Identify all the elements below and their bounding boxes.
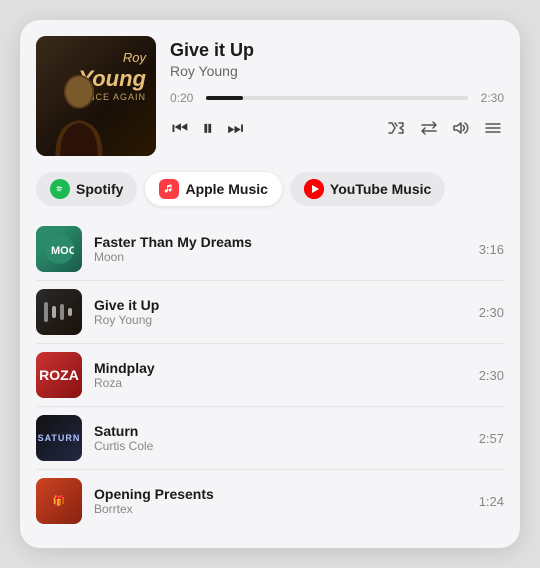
track-row[interactable]: Give it Up Roy Young 2:30 xyxy=(36,281,504,344)
youtube-music-icon xyxy=(304,179,324,199)
list-button[interactable] xyxy=(482,121,504,135)
controls-row: ⏮ ⏸ ⏭ xyxy=(170,115,504,141)
track-meta-1: Faster Than My Dreams Moon xyxy=(94,234,460,264)
track-meta-2: Give it Up Roy Young xyxy=(94,297,460,327)
svg-text:MOON: MOON xyxy=(51,245,74,257)
track-info: Give it Up Roy Young 0:20 2:30 ⏮ ⏸ ⏭ xyxy=(170,36,504,141)
volume-button[interactable] xyxy=(450,121,472,135)
track-row[interactable]: MOON Faster Than My Dreams Moon 3:16 xyxy=(36,218,504,281)
forward-button[interactable]: ⏭ xyxy=(225,118,245,139)
track-row[interactable]: 🎁 Opening Presents Borrtex 1:24 xyxy=(36,470,504,532)
track-meta-3: Mindplay Roza xyxy=(94,360,460,390)
repeat-button[interactable] xyxy=(418,121,440,135)
spotify-icon xyxy=(50,179,70,199)
tab-apple-music[interactable]: Apple Music xyxy=(145,172,281,206)
tab-apple-music-label: Apple Music xyxy=(185,181,267,197)
track-list: MOON Faster Than My Dreams Moon 3:16 Giv… xyxy=(36,218,504,532)
time-total: 2:30 xyxy=(476,91,504,105)
track-title: Give it Up xyxy=(170,40,504,61)
shuffle-button[interactable] xyxy=(386,121,408,135)
track-row[interactable]: ROZA Mindplay Roza 2:30 xyxy=(36,344,504,407)
person-silhouette-icon xyxy=(44,71,114,156)
service-tabs: Spotify Apple Music YouTube Music xyxy=(36,172,504,206)
tab-spotify[interactable]: Spotify xyxy=(36,172,137,206)
progress-row: 0:20 2:30 xyxy=(170,91,504,105)
track-meta-5: Opening Presents Borrtex xyxy=(94,486,460,516)
track-row[interactable]: SATURN Saturn Curtis Cole 2:57 xyxy=(36,407,504,470)
track-meta-4: Saturn Curtis Cole xyxy=(94,423,460,453)
pause-button[interactable]: ⏸ xyxy=(200,115,215,141)
music-player-card: Roy Young Once Again Give it Up Roy Youn… xyxy=(20,20,520,548)
album-art: Roy Young Once Again xyxy=(36,36,156,156)
progress-bar-fill xyxy=(206,96,243,100)
tab-youtube-music-label: YouTube Music xyxy=(330,181,431,197)
album-roy: Roy xyxy=(78,50,146,66)
track-thumb-1: MOON xyxy=(36,226,82,272)
apple-music-icon xyxy=(159,179,179,199)
track-artist: Roy Young xyxy=(170,63,504,79)
track-thumb-4: SATURN xyxy=(36,415,82,461)
now-playing-section: Roy Young Once Again Give it Up Roy Youn… xyxy=(36,36,504,156)
tab-spotify-label: Spotify xyxy=(76,181,123,197)
rewind-button[interactable]: ⏮ xyxy=(170,118,190,139)
time-current: 0:20 xyxy=(170,91,198,105)
track-thumb-3: ROZA xyxy=(36,352,82,398)
track-thumb-2 xyxy=(36,289,82,335)
progress-bar[interactable] xyxy=(206,96,468,100)
track-thumb-5: 🎁 xyxy=(36,478,82,524)
tab-youtube-music[interactable]: YouTube Music xyxy=(290,172,445,206)
